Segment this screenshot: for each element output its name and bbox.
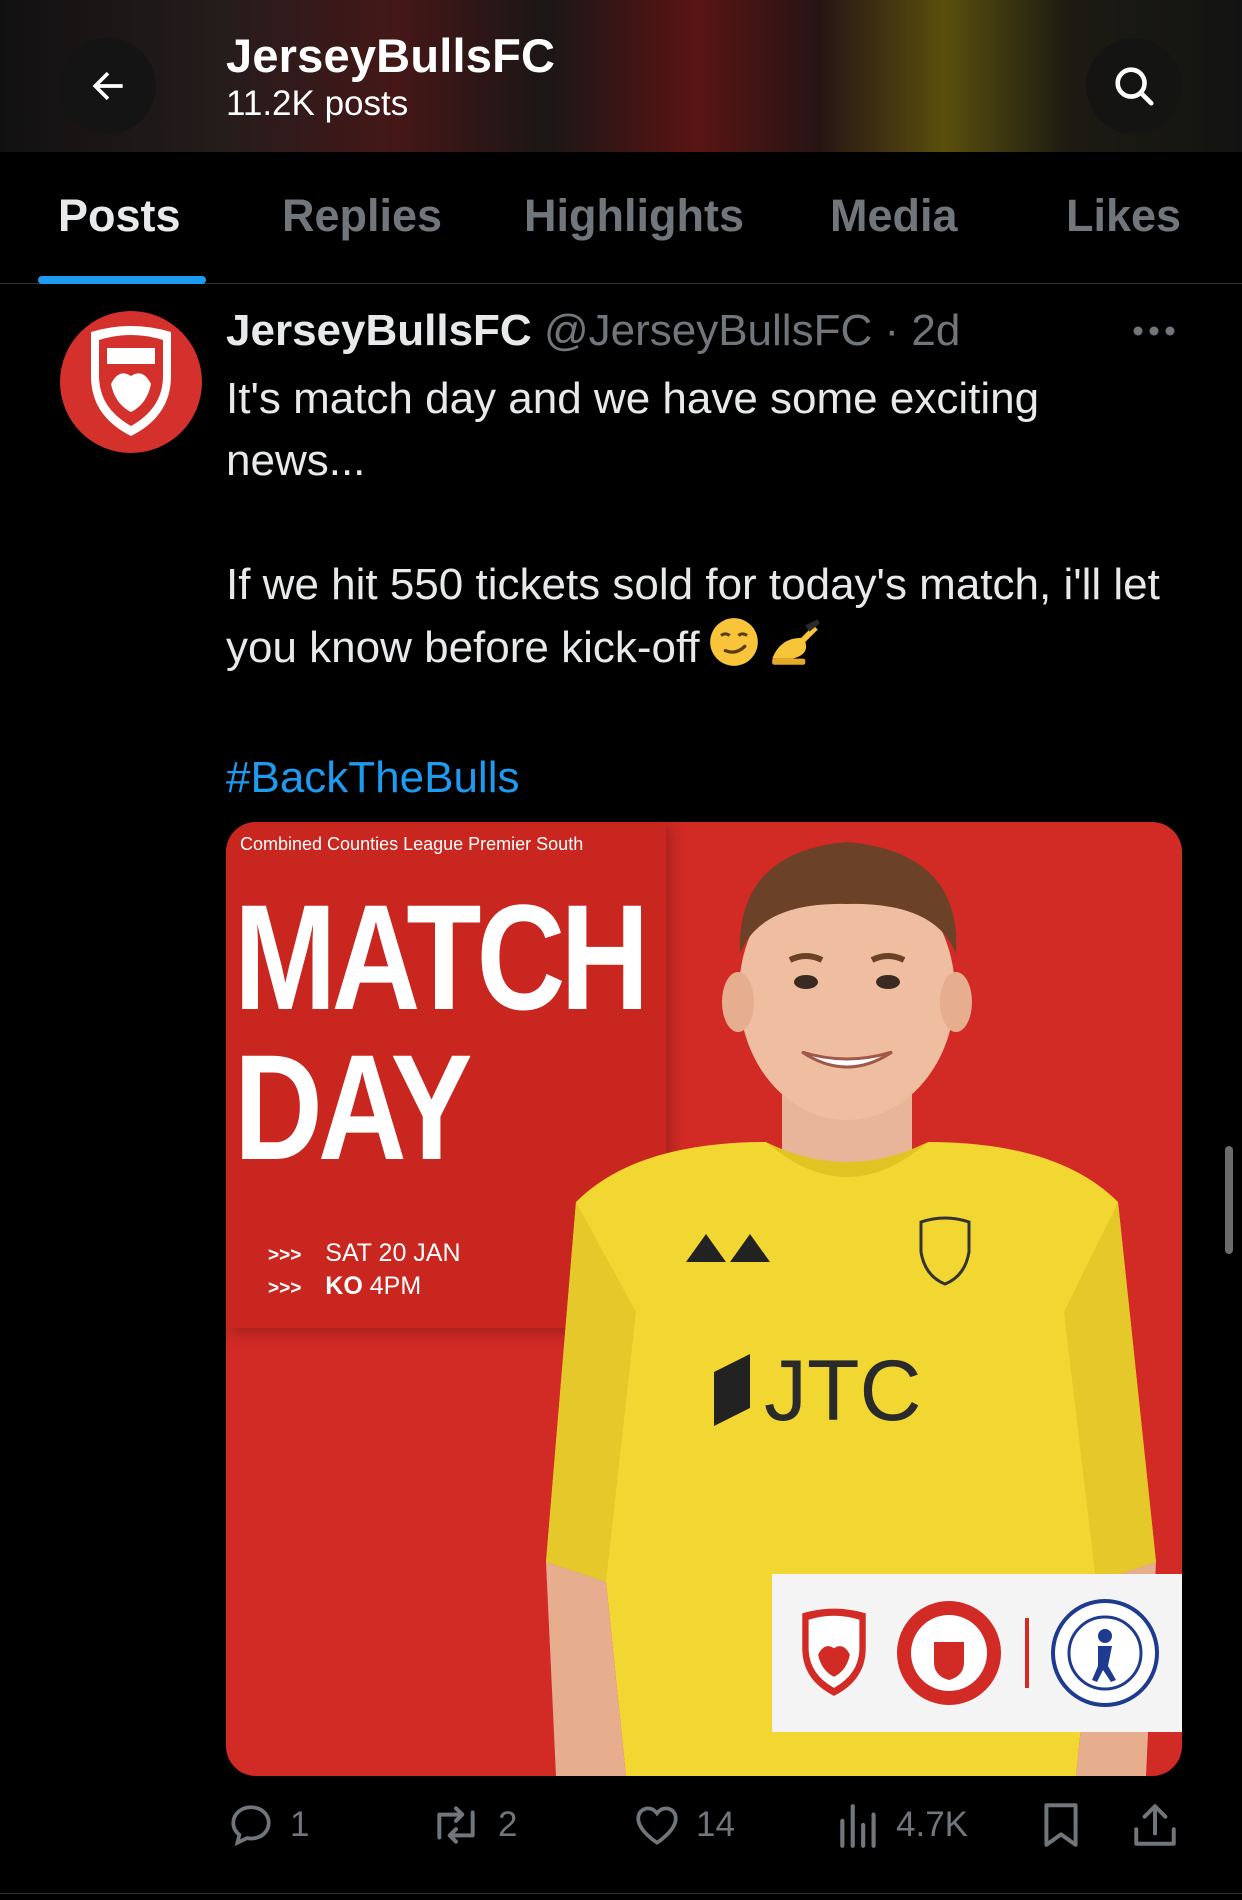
post-text-line: If we hit 550 tickets sold for today's m… xyxy=(226,554,1186,685)
more-horizontal-icon xyxy=(1133,326,1175,336)
reply-count: 1 xyxy=(290,1805,310,1844)
profile-name: JerseyBullsFC xyxy=(226,29,556,82)
views-button[interactable]: 4.7K xyxy=(836,1800,968,1850)
like-button[interactable]: 14 xyxy=(632,1800,735,1850)
posts-count: 11.2K posts xyxy=(226,84,409,123)
share-icon xyxy=(1134,1804,1176,1846)
tab-posts[interactable]: Posts xyxy=(58,190,181,242)
repost-icon xyxy=(437,1806,475,1844)
hashtag-link[interactable]: #BackTheBulls xyxy=(226,747,1186,809)
post-header: JerseyBullsFC @JerseyBullsFC · 2d xyxy=(226,306,960,356)
scrollbar[interactable] xyxy=(1225,1146,1233,1254)
active-tab-indicator xyxy=(38,276,206,284)
post-author[interactable]: JerseyBullsFC xyxy=(226,306,532,355)
reply-button[interactable]: 1 xyxy=(226,1800,309,1850)
logo-separator xyxy=(1024,1618,1029,1688)
tab-media[interactable]: Media xyxy=(830,190,958,242)
jersey-bulls-logo-icon xyxy=(801,1608,866,1696)
views-count: 4.7K xyxy=(896,1805,968,1844)
post-media-image[interactable]: Combined Counties League Premier South M… xyxy=(226,822,1182,1776)
tab-highlights[interactable]: Highlights xyxy=(524,190,744,242)
back-button[interactable] xyxy=(60,38,156,134)
tab-replies[interactable]: Replies xyxy=(282,190,442,242)
repost-button[interactable]: 2 xyxy=(428,1800,517,1850)
heart-icon xyxy=(636,1806,678,1845)
redhill-fc-logo-icon xyxy=(896,1601,1001,1705)
match-date: SAT 20 JAN xyxy=(325,1239,461,1267)
search-icon xyxy=(1115,67,1154,106)
share-button[interactable] xyxy=(1132,1800,1192,1850)
post-handle[interactable]: @JerseyBullsFC xyxy=(544,306,872,355)
search-button[interactable] xyxy=(1086,38,1182,134)
match-info: >>> SAT 20 JAN >>> KO 4PM xyxy=(268,1239,461,1300)
profile-tabs: Posts Replies Highlights Media Likes xyxy=(0,152,1242,284)
tab-likes[interactable]: Likes xyxy=(1066,190,1181,242)
kickoff-time: 4PM xyxy=(369,1272,422,1300)
post-text: It's match day and we have some exciting… xyxy=(226,368,1186,809)
post-dot-separator: · xyxy=(884,306,900,355)
profile-header: JerseyBullsFC 11.2K posts xyxy=(0,0,1242,152)
writing-hand-emoji-icon xyxy=(768,616,826,685)
bookmark-icon xyxy=(1044,1803,1078,1847)
post-time[interactable]: 2d xyxy=(911,306,960,355)
arrow-left-icon xyxy=(92,71,123,101)
more-options-button[interactable] xyxy=(1130,316,1178,351)
like-count: 14 xyxy=(696,1805,735,1844)
club-logos xyxy=(772,1574,1182,1732)
smirk-emoji-icon xyxy=(708,616,760,685)
combined-counties-league-logo-icon xyxy=(1050,1599,1159,1707)
avatar[interactable] xyxy=(60,311,202,453)
jersey-bulls-crest-icon xyxy=(91,326,171,436)
bookmark-button[interactable] xyxy=(1040,1800,1096,1850)
reply-icon xyxy=(231,1805,271,1847)
repost-count: 2 xyxy=(498,1805,518,1844)
post-actions: 1 2 14 4.7K xyxy=(0,1800,1242,1860)
views-chart-icon xyxy=(840,1804,876,1848)
divider xyxy=(0,1893,1242,1894)
sponsor-logo: JTC xyxy=(764,1343,922,1439)
post-text-line: It's match day and we have some exciting… xyxy=(226,374,1052,485)
